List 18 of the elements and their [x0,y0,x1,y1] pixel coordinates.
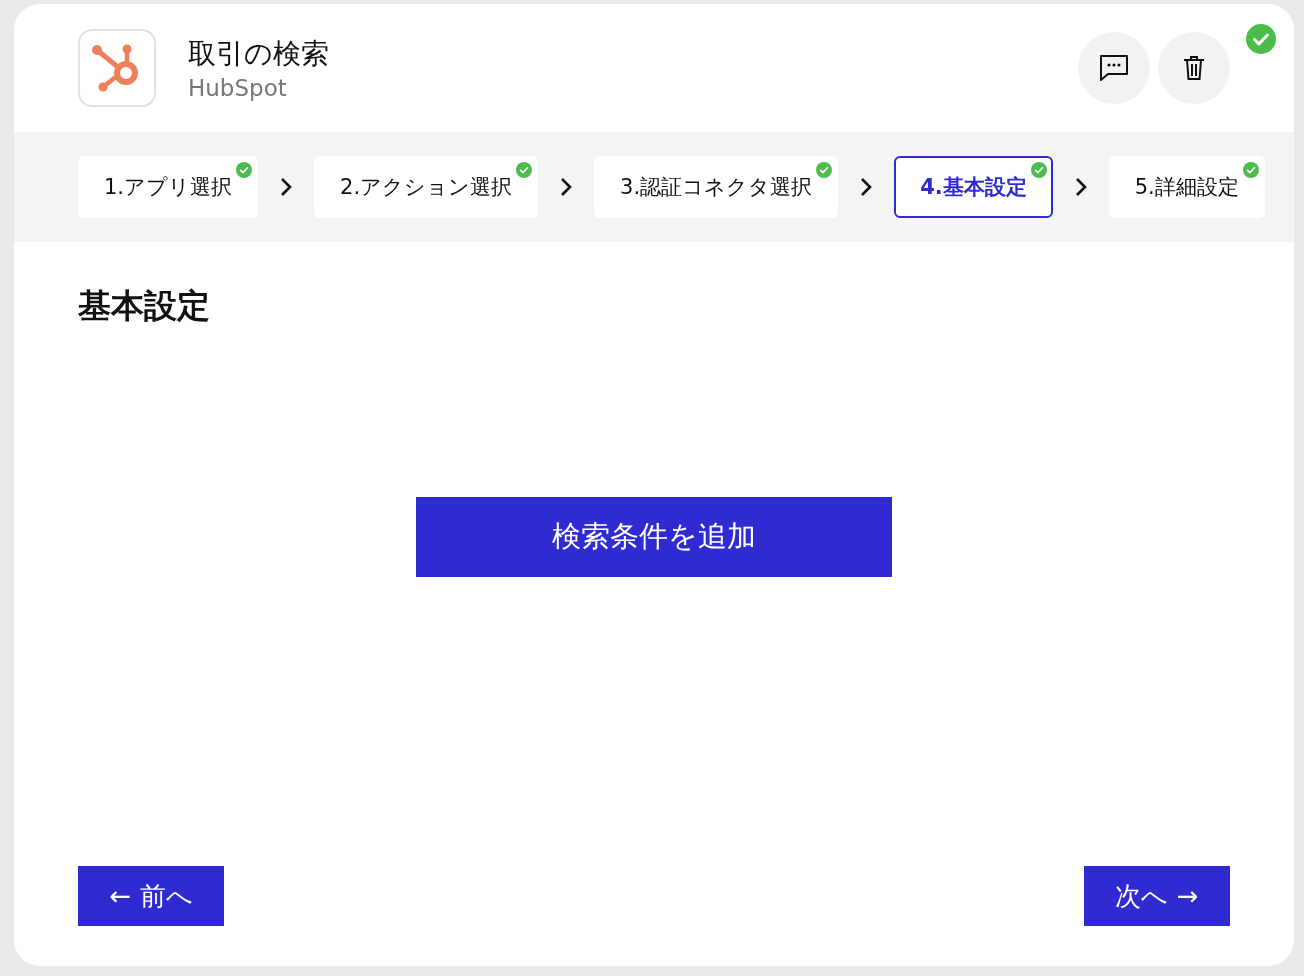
app-name: HubSpot [188,75,288,101]
step-tab[interactable]: 3.認証コネクタ選択 [594,156,839,218]
app-logo-icon [78,29,156,107]
prev-button[interactable]: ← 前へ [78,866,224,926]
speech-bubble-icon [1099,54,1129,82]
chevron-right-icon [1073,176,1088,198]
step-tab[interactable]: 5.詳細設定 [1108,156,1265,218]
chevron-right-icon [859,176,874,198]
step-tab[interactable]: 4.基本設定 [894,156,1053,218]
chevron-right-icon [279,176,294,198]
next-button[interactable]: 次へ → [1084,866,1230,926]
add-condition-button[interactable]: 検索条件を追加 [416,497,892,577]
step-tab[interactable]: 1.アプリ選択 [78,156,259,218]
chevron-right-icon [559,176,574,198]
step-tab[interactable]: 2.アクション選択 [314,156,539,218]
section-heading: 基本設定 [78,285,211,327]
trash-icon [1183,55,1205,81]
action-title: 取引の検索 [188,36,330,72]
